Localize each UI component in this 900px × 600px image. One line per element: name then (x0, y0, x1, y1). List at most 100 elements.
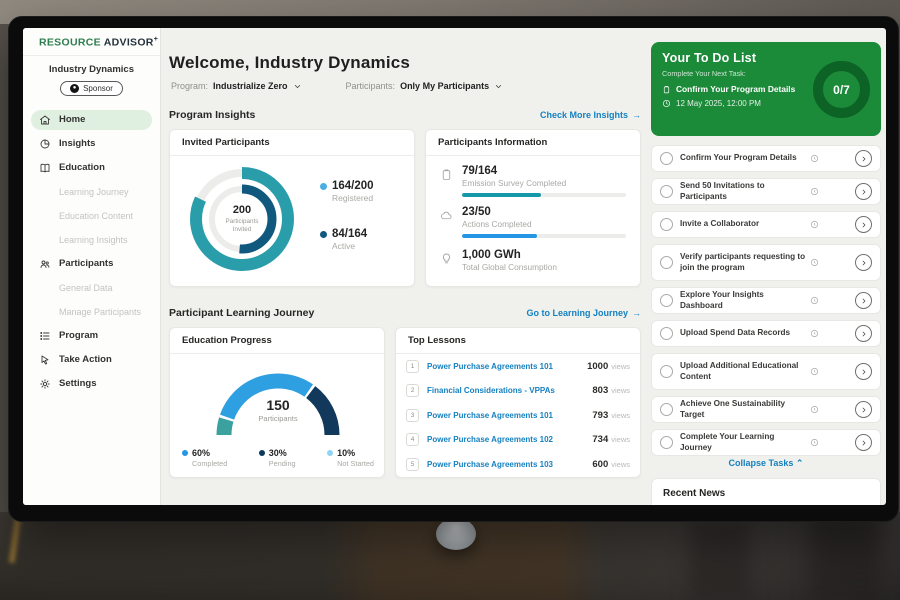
donut-center-label: Participants Invited (220, 218, 264, 234)
task-open-button[interactable] (855, 216, 872, 233)
task-open-button[interactable] (855, 292, 872, 309)
task-open-button[interactable] (855, 254, 872, 271)
task-checkbox[interactable] (660, 327, 673, 340)
lesson-rank: 3 (406, 409, 419, 422)
info-icon[interactable] (810, 220, 819, 229)
background-shadow (810, 515, 880, 600)
lesson-row: 3 Power Purchase Agreements 101 793views (396, 403, 640, 428)
lesson-link[interactable]: Power Purchase Agreements 102 (427, 435, 553, 444)
info-icon[interactable] (810, 438, 819, 447)
task-checkbox[interactable] (660, 294, 673, 307)
task-row: Complete Your Learning Journey (651, 429, 881, 456)
participants-information-card: Participants Information 79/164 Emission… (425, 129, 641, 287)
lesson-link[interactable]: Power Purchase Agreements 101 (427, 411, 553, 420)
legend-value: 84/164 (332, 228, 367, 240)
info-icon[interactable] (810, 367, 819, 376)
info-icon[interactable] (810, 258, 819, 267)
org-name: Industry Dynamics (23, 64, 160, 75)
info-icon[interactable] (810, 154, 819, 163)
program-filter[interactable]: Program: Industrialize Zero (171, 81, 302, 91)
task-open-button[interactable] (855, 401, 872, 418)
task-checkbox[interactable] (660, 152, 673, 165)
task-label: Confirm Your Program Details (680, 153, 808, 163)
survey-clipboard-icon (440, 168, 453, 181)
sidebar-item-general-data[interactable]: General Data (31, 278, 152, 298)
task-open-button[interactable] (855, 325, 872, 342)
chevron-right-icon (860, 221, 868, 229)
task-checkbox[interactable] (660, 365, 673, 378)
lesson-link[interactable]: Financial Considerations - VPPAs (427, 386, 555, 395)
todo-summary-card: Your To Do List Complete Your Next Task:… (651, 42, 881, 136)
sidebar-item-label: Home (59, 114, 85, 125)
lesson-views-word: views (611, 362, 630, 371)
sidebar-item-label: Learning Insights (59, 235, 128, 245)
task-label: Upload Spend Data Records (680, 328, 808, 338)
task-row: Explore Your Insights Dashboard (651, 287, 881, 314)
participants-filter[interactable]: Participants: Only My Participants (346, 81, 504, 91)
gauge-center-value: 150 (203, 397, 353, 413)
sidebar-item-label: Education Content (59, 211, 133, 221)
task-checkbox[interactable] (660, 436, 673, 449)
task-checkbox[interactable] (660, 256, 673, 269)
gear-icon (39, 378, 51, 390)
logo-text-secondary: ADVISOR (104, 37, 154, 49)
arrow-right-icon: → (632, 110, 641, 120)
info-icon[interactable] (810, 187, 819, 196)
sponsor-badge: ● Sponsor (60, 81, 123, 96)
legend-dot (320, 183, 327, 190)
task-open-button[interactable] (855, 150, 872, 167)
task-open-button[interactable] (855, 183, 872, 200)
todo-progress-ring: 0/7 (813, 61, 870, 118)
lesson-link[interactable]: Power Purchase Agreements 101 (427, 362, 553, 371)
sidebar-item-learning-journey[interactable]: Learning Journey (31, 182, 152, 202)
recent-news-title: Recent News (663, 488, 869, 505)
task-open-button[interactable] (855, 363, 872, 380)
progress-track (462, 234, 626, 238)
task-checkbox[interactable] (660, 185, 673, 198)
task-row: Send 50 Invitations to Participants (651, 178, 881, 205)
legend-label: Not Started (337, 459, 374, 468)
sidebar-item-take-action[interactable]: Take Action (31, 350, 152, 370)
sidebar-item-manage-participants[interactable]: Manage Participants (31, 302, 152, 322)
info-icon[interactable] (810, 405, 819, 414)
sidebar-item-settings[interactable]: Settings (31, 374, 152, 394)
legend-label: Completed (192, 459, 227, 468)
list-icon (39, 330, 51, 342)
go-to-learning-journey-link[interactable]: Go to Learning Journey → (526, 308, 641, 318)
sidebar-item-insights[interactable]: Insights (31, 134, 152, 154)
lesson-link[interactable]: Power Purchase Agreements 103 (427, 460, 553, 469)
collapse-tasks-link[interactable]: Collapse Tasks ⌃ (651, 458, 881, 469)
check-more-insights-link[interactable]: Check More Insights → (540, 110, 641, 120)
chevron-down-icon (293, 82, 302, 91)
sidebar-item-education-content[interactable]: Education Content (31, 206, 152, 226)
lesson-views-word: views (611, 460, 630, 469)
background-shadow (690, 520, 750, 600)
sidebar-item-education[interactable]: Education (31, 158, 152, 178)
info-icon[interactable] (810, 329, 819, 338)
lesson-rank: 5 (406, 458, 419, 471)
legend-pct: 10% (337, 448, 355, 458)
insights-icon (39, 138, 51, 150)
sidebar-item-label: Learning Journey (59, 187, 129, 197)
stat-global-consumption: 1,000 GWh Total Global Consumption (426, 249, 640, 272)
page-title: Welcome, Industry Dynamics (169, 53, 410, 73)
sidebar-item-learning-insights[interactable]: Learning Insights (31, 230, 152, 250)
role-badge-wrap: ● Sponsor (23, 81, 160, 96)
stat-label: Emission Survey Completed (462, 178, 626, 188)
people-icon (39, 258, 51, 270)
sidebar-item-program[interactable]: Program (31, 326, 152, 346)
book-icon (39, 162, 51, 174)
lesson-row: 4 Power Purchase Agreements 102 734views (396, 428, 640, 453)
task-checkbox[interactable] (660, 403, 673, 416)
sidebar-item-participants[interactable]: Participants (31, 254, 152, 274)
lesson-views-count: 793 (592, 410, 608, 421)
sidebar-item-home[interactable]: Home (31, 110, 152, 130)
logo-text-primary: RESOURCE (39, 37, 101, 49)
lightbulb-icon (440, 252, 453, 265)
info-icon[interactable] (810, 296, 819, 305)
task-checkbox[interactable] (660, 218, 673, 231)
legend-value: 164/200 (332, 180, 374, 192)
task-open-button[interactable] (855, 434, 872, 451)
lesson-row: 2 Financial Considerations - VPPAs 803vi… (396, 379, 640, 404)
chevron-down-icon (494, 82, 503, 91)
